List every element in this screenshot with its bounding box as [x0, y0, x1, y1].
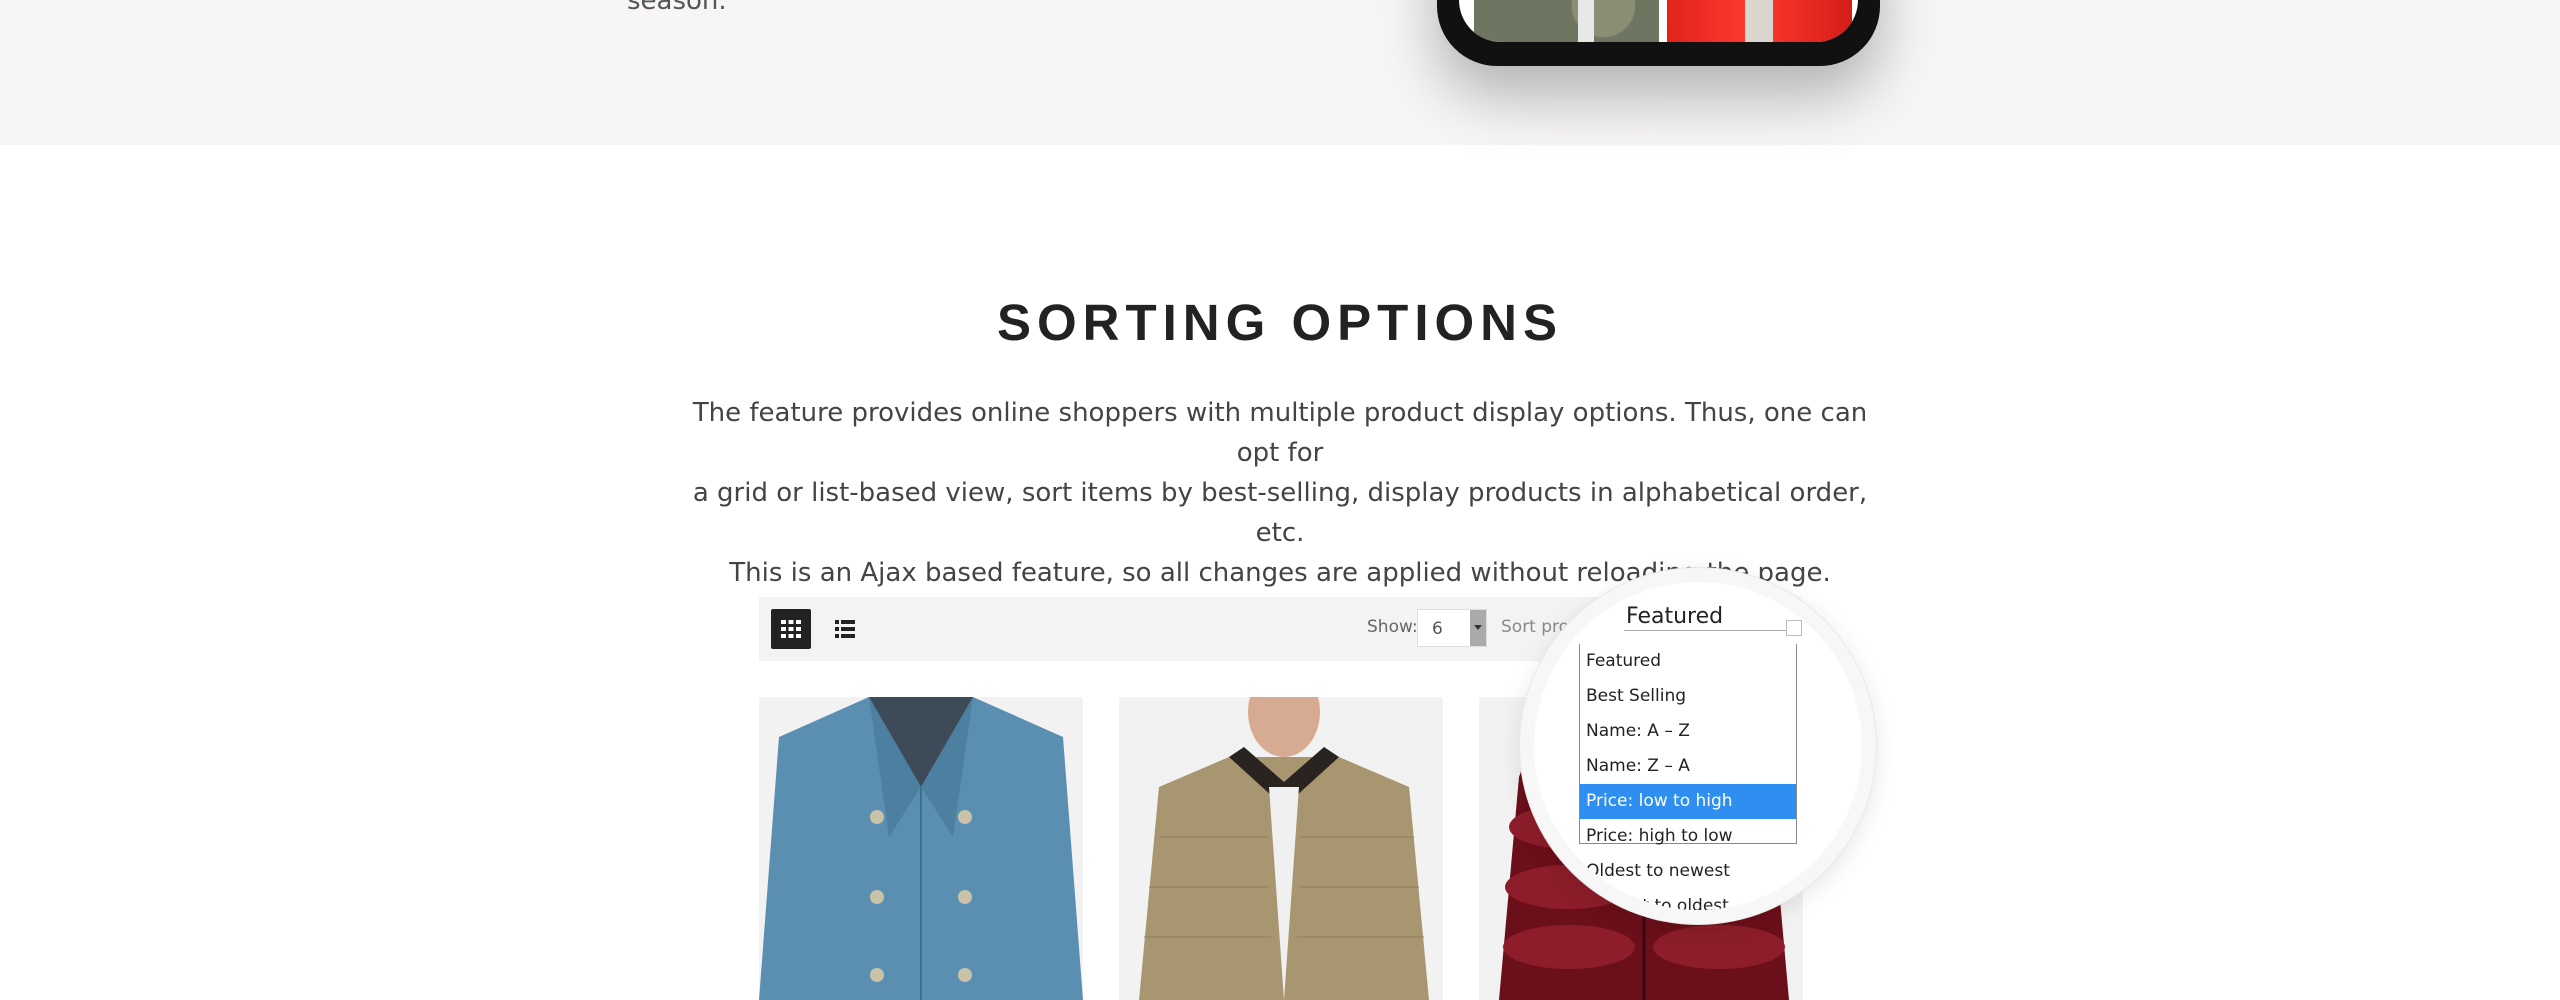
product-image-blue-peacoat — [759, 697, 1083, 1000]
show-count-select[interactable]: 6 — [1417, 609, 1487, 647]
phone-screen — [1459, 0, 1858, 42]
season-text: season. — [627, 0, 727, 16]
product-thumb-camo — [1474, 0, 1659, 42]
list-view-icon — [835, 620, 855, 638]
sort-option[interactable]: Name: A – Z — [1580, 714, 1796, 749]
show-label: Show: — [1367, 617, 1418, 637]
sort-option[interactable]: Name: Z – A — [1580, 749, 1796, 784]
sort-option[interactable]: Oldest to newest — [1580, 854, 1796, 889]
product-image-khaki-jacket — [1119, 697, 1443, 1000]
sort-dropdown-magnifier: Featured Featured Best Selling Name: A –… — [1520, 568, 1876, 924]
sort-option[interactable]: Newest to oldest — [1580, 889, 1796, 910]
phone-mockup — [1437, 0, 1880, 66]
product-thumb-red — [1667, 0, 1852, 42]
sort-option[interactable]: Price: high to low — [1580, 819, 1796, 854]
description-line: The feature provides online shoppers wit… — [692, 398, 1868, 468]
list-view-button[interactable] — [825, 609, 865, 649]
section-title: SORTING OPTIONS — [996, 294, 1564, 351]
sort-options-list: Featured Best Selling Name: A – Z Name: … — [1579, 644, 1797, 910]
product-card[interactable] — [759, 697, 1083, 1000]
grid-view-button[interactable] — [771, 609, 811, 649]
chevron-down-icon — [1470, 610, 1486, 646]
sort-select-arrow[interactable] — [1786, 620, 1802, 636]
sort-option-highlighted[interactable]: Price: low to high — [1580, 784, 1796, 819]
show-count-value: 6 — [1432, 619, 1443, 639]
magnified-area: Featured Featured Best Selling Name: A –… — [1534, 582, 1862, 910]
sort-option[interactable]: Featured — [1580, 644, 1796, 679]
section-description: The feature provides online shoppers wit… — [690, 393, 1870, 593]
top-band: season. — [0, 0, 2560, 145]
sort-select-value[interactable]: Featured — [1626, 604, 1723, 629]
grid-view-icon — [781, 620, 801, 638]
description-line: a grid or list-based view, sort items by… — [692, 478, 1868, 548]
sort-select-underline — [1624, 630, 1800, 631]
product-card[interactable] — [1119, 697, 1443, 1000]
sort-option[interactable]: Best Selling — [1580, 679, 1796, 714]
